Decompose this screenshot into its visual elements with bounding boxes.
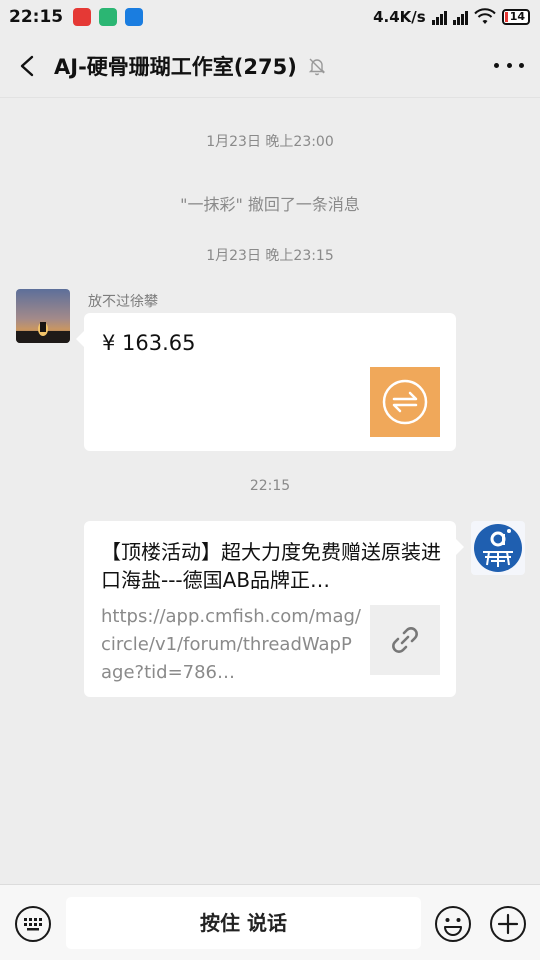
keyboard-icon[interactable] [14, 905, 52, 943]
status-time: 22:15 [9, 7, 64, 27]
sender-name: 放不过徐攀 [88, 294, 158, 310]
network-speed: 4.4K/s [373, 8, 426, 26]
notification-icons [73, 8, 144, 26]
more-options-icon[interactable] [494, 54, 524, 78]
battery-level: 14 [509, 10, 525, 23]
transfer-icon [370, 367, 440, 437]
sender-avatar[interactable] [16, 289, 70, 343]
hold-to-talk-button[interactable]: 按住 说话 [66, 897, 421, 949]
link-description: https://app.cmfish.com/mag/circle/v1/for… [101, 606, 361, 683]
link-message[interactable]: 【顶楼活动】超大力度免费赠送原装进口海盐---德国AB品牌正… https://… [84, 521, 464, 697]
recall-notice: "一抹彩" 撤回了一条消息 [180, 195, 360, 214]
timestamp: 1月23日 晚上23:15 [206, 248, 334, 264]
signal-icon-2 [452, 9, 468, 25]
signal-icon [431, 9, 447, 25]
wifi-icon [473, 8, 496, 24]
input-bar: 按住 说话 [0, 884, 540, 960]
my-avatar[interactable] [471, 521, 525, 575]
transfer-amount: ¥ 163.65 [102, 331, 196, 355]
link-title: 【顶楼活动】超大力度免费赠送原装进口海盐---德国AB品牌正… [101, 540, 441, 592]
timestamp: 22:15 [249, 478, 291, 494]
status-bar: 22:15 4.4K/s 14 [0, 0, 540, 34]
app-notification-blue-icon [125, 8, 144, 26]
timestamp: 1月23日 晚上23:00 [206, 134, 334, 150]
emoji-icon[interactable] [434, 905, 472, 943]
mute-bell-icon [308, 58, 326, 75]
link-icon [370, 605, 440, 675]
transfer-message[interactable]: ¥ 163.65 [76, 313, 456, 451]
battery-icon: 14 [501, 9, 530, 25]
chat-title: AJ-硬骨珊瑚工作室(275) [54, 54, 297, 79]
app-notification-green-icon [99, 8, 118, 26]
plus-icon[interactable] [489, 905, 527, 943]
chat-header: AJ-硬骨珊瑚工作室(275) [0, 34, 540, 98]
app-notification-red-icon [73, 8, 92, 26]
back-icon[interactable] [16, 54, 40, 78]
